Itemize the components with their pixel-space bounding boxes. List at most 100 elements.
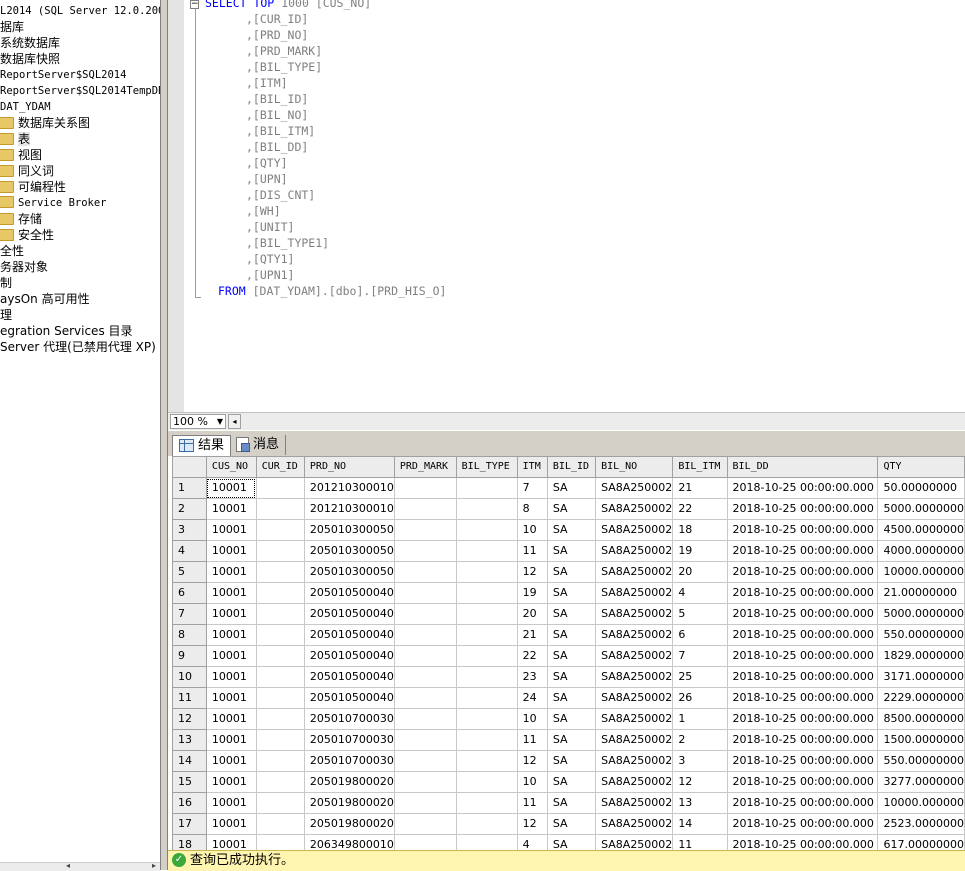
row-number[interactable]: 10 [172,666,207,688]
tree-item[interactable]: L2014 (SQL Server 12.0.2000 [0,3,160,19]
table-cell[interactable] [455,834,518,850]
table-cell[interactable]: 2018-10-25 00:00:00.000 [726,729,879,751]
column-header[interactable]: PRD_NO [303,456,395,478]
column-header[interactable]: BIL_ITM [672,456,728,478]
pane-splitter[interactable] [160,0,168,870]
table-cell[interactable]: 18 [672,519,728,541]
table-cell[interactable] [255,834,305,850]
tree-item[interactable]: 据库 [0,19,24,35]
table-cell[interactable] [393,582,457,604]
table-cell[interactable]: SA [546,603,597,625]
table-cell[interactable]: 10001 [205,645,257,667]
table-row[interactable]: 1 10001 201210300010 7 SA SA8A250002 21 2018-10… [172,477,965,499]
table-row[interactable]: 13 10001 205010700030 11 SA SA8A250002 2 2018-1… [172,729,965,751]
zoom-select[interactable]: 100 % ▼ [170,414,226,429]
table-cell[interactable] [393,792,457,814]
table-cell[interactable] [455,477,518,499]
table-cell[interactable] [455,540,518,562]
table-cell[interactable]: SA [546,771,597,793]
tree-item[interactable]: 系统数据库 [0,35,60,51]
tree-item[interactable]: 安全性 [0,227,54,243]
table-cell[interactable]: 7 [516,477,548,499]
table-cell[interactable]: 10001 [205,666,257,688]
row-number[interactable]: 9 [172,645,207,667]
table-cell[interactable]: SA8A250002 [595,708,674,730]
table-cell[interactable]: 10 [516,519,548,541]
table-cell[interactable]: SA [546,519,597,541]
table-cell[interactable]: 2018-10-25 00:00:00.000 [726,477,879,499]
tree-item[interactable]: 理 [0,307,12,323]
table-cell[interactable]: 2018-10-25 00:00:00.000 [726,603,879,625]
table-row[interactable]: 17 10001 205019800020 12 SA SA8A250002 14 2018-… [172,813,965,835]
table-cell[interactable]: 550.00000000 [877,750,965,772]
table-cell[interactable]: SA8A250002 [595,792,674,814]
table-cell[interactable]: 3 [672,750,728,772]
table-cell[interactable] [255,687,305,709]
results-grid[interactable]: CUS_NO CUR_ID PRD_NO PRD_MARK BIL_TYPE ITM BIL… [168,456,965,850]
table-cell[interactable] [393,666,457,688]
tree-item[interactable]: 可编程性 [0,179,66,195]
table-cell[interactable]: 205019800020 [303,771,395,793]
column-header[interactable]: PRD_MARK [393,456,457,478]
table-row[interactable]: 4 10001 205010300050 11 SA SA8A250002 19 2018-1… [172,540,965,562]
table-cell[interactable] [455,498,518,520]
table-cell[interactable]: 201210300010 [303,498,395,520]
table-cell[interactable] [255,792,305,814]
table-cell[interactable]: SA [546,813,597,835]
tree-item[interactable]: DAT_YDAM [0,99,51,115]
tree-item[interactable]: Server 代理(已禁用代理 XP) [0,339,156,355]
table-cell[interactable]: 2018-10-25 00:00:00.000 [726,498,879,520]
table-cell[interactable]: 10001 [205,771,257,793]
table-cell[interactable]: 10001 [205,792,257,814]
table-cell[interactable] [393,813,457,835]
table-cell[interactable]: 2523.0000000 [877,813,965,835]
row-number[interactable]: 6 [172,582,207,604]
chevron-down-icon[interactable]: ▼ [217,415,223,428]
table-row[interactable]: 8 10001 205010500040 21 SA SA8A250002 6 2018-10… [172,624,965,646]
table-cell[interactable]: SA8A250002 [595,498,674,520]
table-cell[interactable] [455,708,518,730]
table-cell[interactable] [255,645,305,667]
table-cell[interactable]: 5000.0000000 [877,603,965,625]
table-cell[interactable]: 10001 [205,813,257,835]
table-cell[interactable]: 21 [672,477,728,499]
table-cell[interactable]: SA8A250002 [595,603,674,625]
grid-corner[interactable] [172,456,207,478]
table-cell[interactable] [255,708,305,730]
scroll-right-icon[interactable]: ▸ [152,861,156,870]
table-row[interactable]: 3 10001 205010300050 10 SA SA8A250002 18 2018-1… [172,519,965,541]
table-cell[interactable]: SA [546,834,597,850]
table-cell[interactable]: SA8A250002 [595,561,674,583]
table-row[interactable]: 9 10001 205010500040 22 SA SA8A250002 7 2018-10… [172,645,965,667]
table-cell[interactable]: 14 [672,813,728,835]
column-header[interactable]: BIL_TYPE [455,456,518,478]
table-cell[interactable]: 11 [516,729,548,751]
table-cell[interactable] [455,729,518,751]
table-cell[interactable]: 4 [672,582,728,604]
table-cell[interactable]: SA8A250002 [595,540,674,562]
table-cell[interactable]: 2018-10-25 00:00:00.000 [726,813,879,835]
table-cell[interactable] [255,603,305,625]
table-cell[interactable]: 10 [516,771,548,793]
table-cell[interactable]: 10000.000000 [877,792,965,814]
table-cell[interactable]: 206349800010 [303,834,395,850]
table-cell[interactable]: 3171.0000000 [877,666,965,688]
row-number[interactable]: 4 [172,540,207,562]
row-number[interactable]: 18 [172,834,207,850]
table-cell[interactable] [393,540,457,562]
table-cell[interactable]: 25 [672,666,728,688]
table-cell[interactable]: 5 [672,603,728,625]
tree-item[interactable]: ReportServer$SQL2014TempDB [0,83,160,99]
table-cell[interactable]: 10001 [205,561,257,583]
table-cell[interactable]: SA8A250002 [595,813,674,835]
table-cell[interactable]: 205010500040 [303,645,395,667]
table-cell[interactable] [393,834,457,850]
table-cell[interactable]: 8500.0000000 [877,708,965,730]
table-cell[interactable]: 205010500040 [303,666,395,688]
table-cell[interactable] [255,519,305,541]
table-row[interactable]: 10 10001 205010500040 23 SA SA8A250002 25 2018-… [172,666,965,688]
tree-item[interactable]: 制 [0,275,12,291]
table-cell[interactable]: 10 [516,708,548,730]
tree-item[interactable]: 务器对象 [0,259,48,275]
tab-messages[interactable]: 消息 [230,435,287,455]
